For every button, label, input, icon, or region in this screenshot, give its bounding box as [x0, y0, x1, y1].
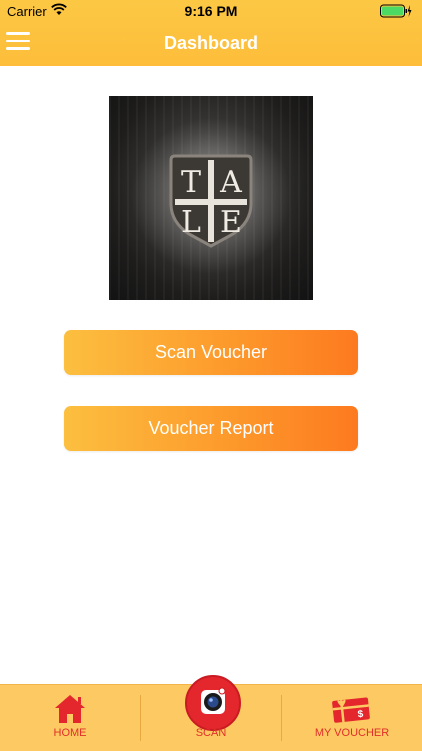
- header-bar: Carrier 9:16 PM Dashboard: [0, 0, 422, 66]
- logo-letter-e: E: [220, 205, 242, 240]
- tale-shield-logo: T A L E: [131, 118, 291, 274]
- bottom-tab-bar: HOME SCAN $ MY VOUCHER: [0, 675, 422, 751]
- status-bar: Carrier 9:16 PM: [0, 0, 422, 22]
- clock: 9:16 PM: [184, 3, 238, 19]
- scan-button-circle: [185, 675, 241, 731]
- gift-card-icon: $: [332, 697, 370, 723]
- scan-voucher-button[interactable]: Scan Voucher: [64, 330, 358, 375]
- battery-icon: [380, 4, 412, 18]
- tab-my-voucher[interactable]: $ MY VOUCHER: [282, 685, 422, 751]
- tab-home-label: HOME: [53, 727, 87, 739]
- home-icon: [55, 695, 85, 723]
- page-title: Dashboard: [163, 33, 259, 53]
- voucher-report-button[interactable]: Voucher Report: [64, 406, 358, 451]
- tab-scan[interactable]: SCAN: [141, 675, 281, 751]
- logo-letter-a: A: [219, 165, 242, 200]
- camera-icon: [201, 687, 226, 714]
- tab-scan-label: SCAN: [195, 727, 227, 739]
- logo-letter-l: L: [181, 205, 201, 240]
- brand-logo: T A L E: [109, 96, 313, 300]
- tab-home[interactable]: HOME: [0, 685, 140, 751]
- logo-letter-t: T: [181, 165, 201, 200]
- tab-my-voucher-label: MY VOUCHER: [314, 727, 390, 739]
